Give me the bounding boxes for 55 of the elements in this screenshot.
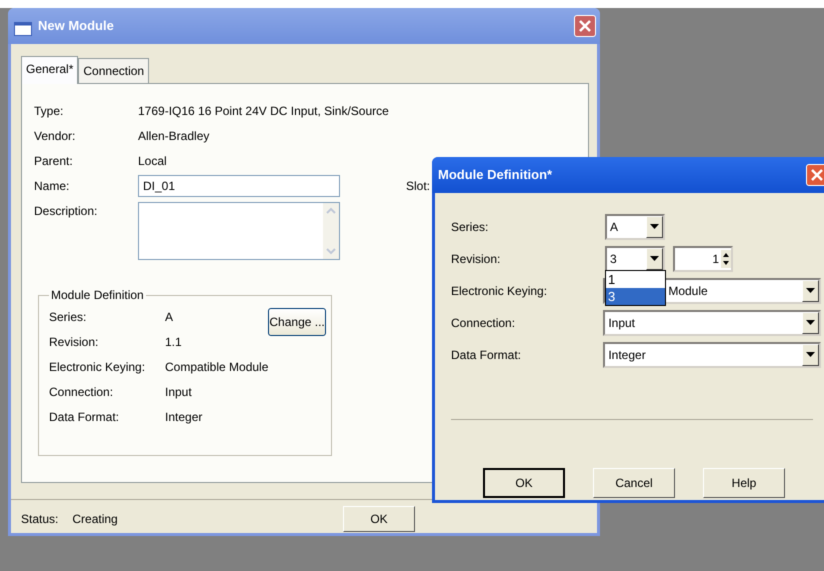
- name-field[interactable]: DI_01: [138, 174, 340, 196]
- field-label: Data Format:: [451, 347, 522, 364]
- field-label: Name:: [34, 178, 70, 194]
- dropdown-option[interactable]: 3: [606, 288, 665, 305]
- spinner-arrows-icon: [721, 250, 731, 268]
- dialog-button[interactable]: Help: [703, 468, 785, 498]
- close-icon: [810, 168, 824, 182]
- caret-icon: [802, 312, 819, 334]
- dropdown[interactable]: 3: [605, 246, 665, 272]
- close-icon: [578, 19, 592, 33]
- spinner-field[interactable]: 1: [673, 246, 733, 272]
- field-label: Revision:: [49, 334, 100, 350]
- close-button[interactable]: [806, 164, 824, 186]
- field-label: Electronic Keying:: [451, 283, 548, 300]
- slot-label: Slot:: [406, 178, 430, 194]
- tab[interactable]: Connection: [78, 58, 150, 83]
- field-value: 1.1: [165, 334, 182, 350]
- change-button[interactable]: Change ...: [268, 308, 326, 336]
- field-value: Input: [165, 384, 192, 400]
- caret-icon: [646, 216, 663, 238]
- field-value: 1769-IQ16 16 Point 24V DC Input, Sink/Source: [138, 102, 389, 120]
- dialog-button[interactable]: OK: [483, 468, 565, 498]
- tab[interactable]: General*: [21, 56, 78, 84]
- scroll-bar[interactable]: [323, 203, 339, 259]
- field-label: Connection:: [49, 384, 114, 400]
- window-icon: [14, 19, 32, 33]
- field-label: Vendor:: [34, 128, 76, 144]
- ok-button[interactable]: OK: [343, 506, 415, 532]
- field-value: Integer: [165, 408, 202, 426]
- field-label: Series:: [49, 308, 88, 326]
- field-label: Data Format:: [49, 408, 120, 426]
- field-label: Parent:: [34, 152, 74, 170]
- caret-icon: [802, 344, 819, 366]
- description-field[interactable]: [138, 202, 340, 260]
- dialog-button[interactable]: Cancel: [593, 468, 675, 498]
- field-label: Revision:: [451, 251, 502, 268]
- dialog-title: Module Definition*: [438, 166, 552, 184]
- field-value: A: [165, 308, 174, 326]
- group-title: Module Definition: [50, 287, 145, 304]
- field-value: Allen-Bradley: [138, 128, 210, 144]
- window-title: New Module: [38, 17, 114, 36]
- field-value: Local: [138, 152, 167, 170]
- dropdown[interactable]: Integer: [603, 342, 821, 368]
- status-value: Creating: [72, 511, 118, 528]
- field-label: Series:: [451, 219, 490, 236]
- field-label: Type:: [34, 102, 64, 120]
- field-label: Description:: [34, 203, 98, 220]
- dropdown[interactable]: Input: [603, 310, 821, 336]
- field-value: Compatible Module: [165, 358, 268, 376]
- close-button[interactable]: [574, 15, 596, 37]
- caret-icon: [802, 280, 819, 302]
- field-label: Connection:: [451, 315, 516, 332]
- dropdown[interactable]: A: [605, 214, 665, 240]
- status-label: Status:: [21, 511, 58, 528]
- field-label: Electronic Keying:: [49, 358, 146, 376]
